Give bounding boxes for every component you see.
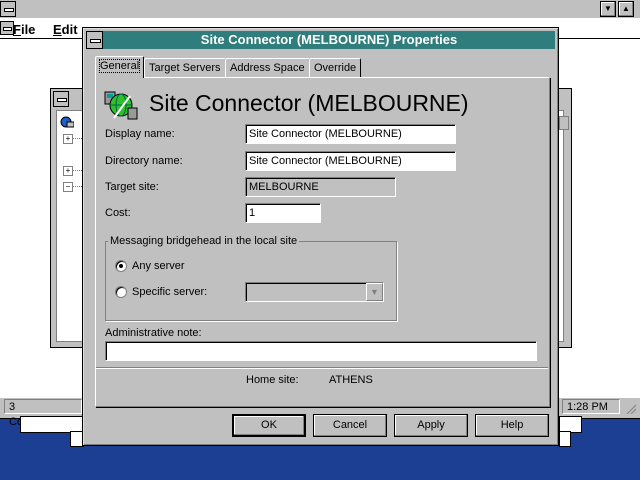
apply-button[interactable]: Apply [394,414,468,437]
menu-file[interactable]: File [13,22,35,37]
size-grip-icon[interactable] [623,402,637,415]
dialog-heading: Site Connector (MELBOURNE) [149,90,469,116]
app-system-menu-icon[interactable] [0,1,16,17]
target-site-value: MELBOURNE [245,177,396,197]
display-name-input[interactable]: Site Connector (MELBOURNE) [245,124,456,144]
tree-scroll-stub [559,116,569,130]
tree-collapse-icon[interactable]: − [63,182,73,192]
tab-override[interactable]: Override [309,58,362,77]
cancel-button[interactable]: Cancel [313,414,387,437]
directory-name-label: Directory name: [105,155,183,167]
admin-note-label: Administrative note: [105,327,202,339]
admin-note-input[interactable] [105,341,537,361]
dialog-title: Site Connector (MELBOURNE) Properties [103,31,555,49]
specific-server-label[interactable]: Specific server: [132,286,207,298]
stacked-window [559,431,571,447]
app-title-bar [0,0,640,19]
cost-input[interactable]: 1 [245,203,321,223]
cost-label: Cost: [105,207,131,219]
maximize-up-arrow-icon[interactable]: ▲ [618,1,634,17]
status-time: 1:28 PM [562,399,620,414]
bridgehead-groupbox [105,241,397,321]
tree-expand-icon[interactable]: + [63,134,73,144]
tree-line [72,138,82,139]
any-server-label[interactable]: Any server [132,260,185,272]
menu-edit[interactable]: Edit [53,22,78,37]
home-site-value: ATHENS [329,374,373,386]
directory-name-input[interactable]: Site Connector (MELBOURNE) [245,151,456,171]
minimize-down-arrow-icon[interactable]: ▼ [600,1,616,17]
status-connector-count: 3 Connector(s) [4,399,82,428]
tree-line [72,186,82,187]
separator [96,367,548,369]
tab-address-space[interactable]: Address Space [225,58,310,77]
dialog-system-menu-icon[interactable] [86,31,103,49]
specific-server-select[interactable] [245,282,384,302]
globe-icon [60,116,75,128]
child-system-menu-icon[interactable] [53,91,69,107]
tree-line [72,170,82,171]
site-connector-icon [104,88,138,122]
tab-general[interactable]: General [95,56,145,78]
any-server-radio[interactable] [115,260,127,272]
specific-server-radio[interactable] [115,286,127,298]
home-site-label: Home site: [246,374,299,386]
tab-target-servers[interactable]: Target Servers [144,58,226,77]
tree-expand-icon[interactable]: + [63,166,73,176]
target-site-label: Target site: [105,181,159,193]
dropdown-arrow-icon[interactable]: ▼ [366,283,383,301]
help-button[interactable]: Help [475,414,549,437]
bridgehead-group-label: Messaging bridgehead in the local site [108,235,300,247]
ok-button[interactable]: OK [232,414,306,437]
display-name-label: Display name: [105,128,175,140]
document-system-menu-icon[interactable] [0,21,14,35]
